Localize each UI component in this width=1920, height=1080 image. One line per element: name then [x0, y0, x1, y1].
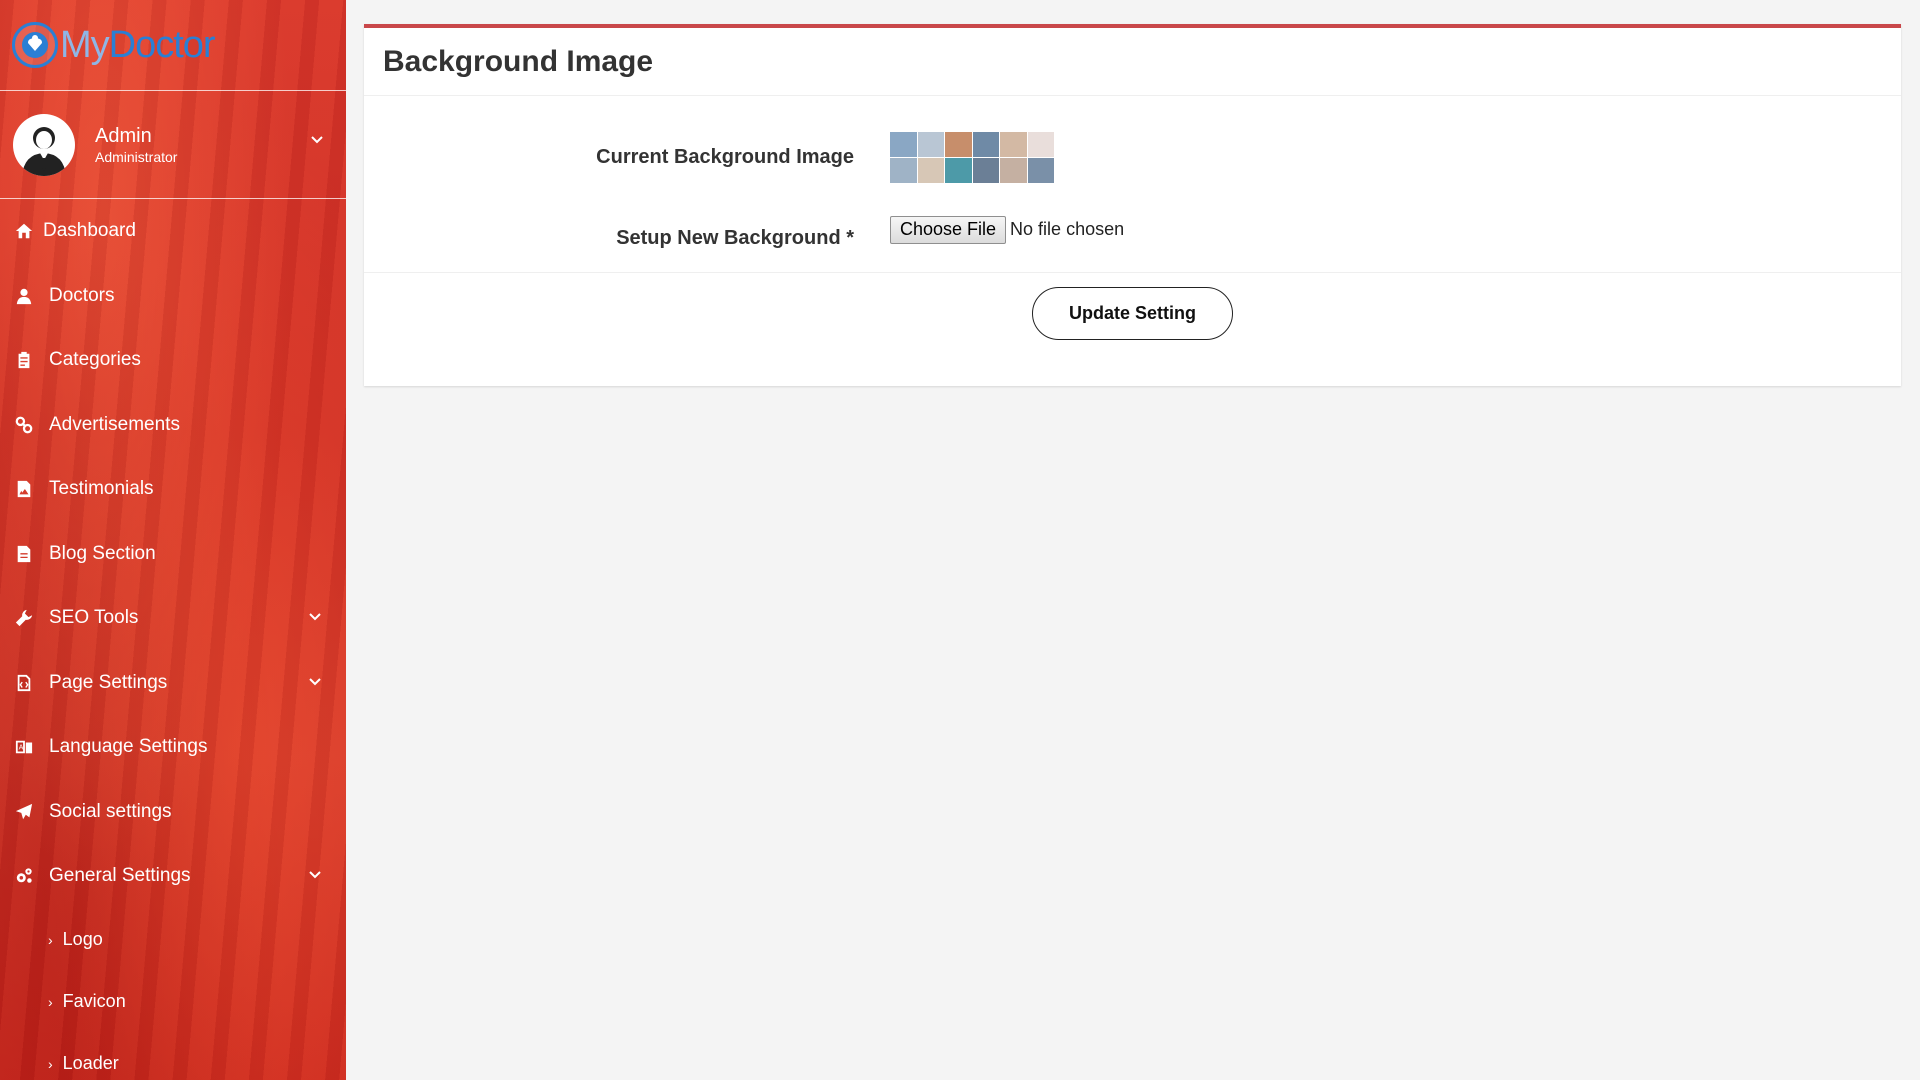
sidebar-item-testimonials[interactable]: Testimonials — [0, 457, 346, 522]
language-icon: A — [14, 737, 34, 757]
sidebar-item-advertisements[interactable]: Advertisements — [0, 393, 346, 458]
home-icon — [14, 221, 34, 241]
divider — [364, 272, 1901, 273]
brand-name-part2: Doctor — [108, 23, 216, 66]
submenu-item-label: Loader — [62, 1053, 119, 1073]
new-background-label: Setup New Background * — [616, 227, 854, 249]
sidebar-item-label: SEO Tools — [49, 607, 139, 629]
submenu-item-logo[interactable]: › Logo — [0, 909, 346, 971]
user-avatar-icon — [22, 126, 66, 176]
page-title: Background Image — [383, 44, 654, 78]
sidebar-item-social-settings[interactable]: Social settings — [0, 780, 346, 845]
submenu-item-label: Logo — [62, 929, 103, 949]
chevron-right-icon: › — [48, 1055, 53, 1072]
submenu-item-loader[interactable]: › Loader — [0, 1033, 346, 1080]
image-file-icon — [14, 479, 34, 499]
sidebar-menu: Dashboard Doctors Categories Advertiseme… — [0, 199, 346, 909]
background-image-card: Background Image Current Background Imag… — [364, 24, 1901, 386]
sidebar: MyDoctor Admin Administrator Dashboard D… — [0, 0, 346, 1080]
sidebar-item-seo-tools[interactable]: SEO Tools — [0, 586, 346, 651]
current-background-row: Current Background Image — [364, 132, 1054, 183]
link-icon — [14, 415, 34, 435]
card-header: Background Image — [364, 28, 1901, 96]
avatar — [13, 113, 75, 176]
user-role: Administrator — [95, 148, 178, 165]
choose-file-button[interactable]: Choose File — [890, 215, 1007, 244]
submenu-item-favicon[interactable]: › Favicon — [0, 971, 346, 1033]
sidebar-item-label: Testimonials — [49, 478, 154, 500]
sidebar-item-dashboard[interactable]: Dashboard — [0, 199, 346, 264]
sidebar-item-doctors[interactable]: Doctors — [0, 264, 346, 329]
logo-icon — [12, 22, 58, 68]
sidebar-item-label: Categories — [49, 349, 141, 371]
sidebar-item-label: Doctors — [49, 284, 115, 306]
chevron-right-icon: › — [48, 931, 53, 948]
brand-logo[interactable]: MyDoctor — [0, 0, 346, 91]
svg-text:A: A — [19, 743, 24, 752]
chevron-down-icon[interactable] — [308, 868, 322, 882]
sidebar-item-general-settings[interactable]: General Settings — [0, 844, 346, 909]
chevron-down-icon[interactable] — [310, 133, 324, 147]
sidebar-item-categories[interactable]: Categories — [0, 328, 346, 393]
sidebar-item-label: Advertisements — [49, 413, 180, 435]
chevron-down-icon[interactable] — [308, 610, 322, 624]
general-settings-submenu: › Logo › Favicon › Loader — [0, 909, 346, 1080]
user-name: Admin — [95, 124, 152, 147]
clipboard-icon — [14, 350, 34, 370]
sidebar-item-label: Dashboard — [43, 220, 136, 242]
new-background-row: Setup New Background * Choose File No fi… — [364, 209, 1124, 250]
wrench-icon — [14, 608, 34, 628]
user-panel[interactable]: Admin Administrator — [0, 91, 346, 199]
submenu-item-label: Favicon — [62, 991, 126, 1011]
file-status-text: No file chosen — [1010, 219, 1125, 239]
chevron-right-icon: › — [48, 993, 53, 1010]
file-text-icon — [14, 544, 34, 564]
brand-name-part1: My — [60, 23, 110, 66]
sidebar-item-label: Social settings — [49, 800, 172, 822]
sidebar-item-label: Blog Section — [49, 542, 156, 564]
current-background-label: Current Background Image — [596, 146, 854, 168]
sidebar-item-language-settings[interactable]: A Language Settings — [0, 715, 346, 780]
sidebar-item-label: Language Settings — [49, 736, 208, 758]
brand-name: MyDoctor — [60, 23, 216, 67]
sidebar-item-label: Page Settings — [49, 671, 168, 693]
paper-plane-icon — [14, 802, 34, 822]
sidebar-item-label: General Settings — [49, 865, 191, 887]
update-setting-button[interactable]: Update Setting — [1032, 287, 1233, 340]
gears-icon — [14, 866, 34, 886]
file-code-icon — [14, 673, 34, 693]
user-doctor-icon — [14, 286, 34, 306]
sidebar-item-blog-section[interactable]: Blog Section — [0, 522, 346, 587]
current-background-thumbnail — [890, 132, 1054, 183]
chevron-down-icon[interactable] — [308, 675, 322, 689]
sidebar-item-page-settings[interactable]: Page Settings — [0, 651, 346, 716]
